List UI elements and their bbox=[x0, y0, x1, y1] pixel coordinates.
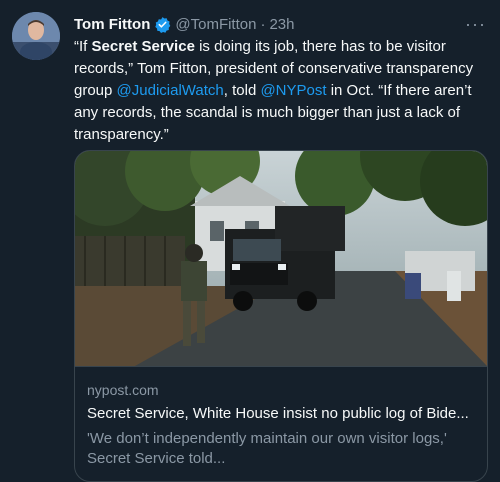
tweet-text: “If Secret Service is doing its job, the… bbox=[74, 36, 488, 146]
text-segment: , told bbox=[223, 82, 261, 99]
author-name[interactable]: Tom Fitton bbox=[74, 16, 150, 33]
avatar-image bbox=[12, 12, 60, 60]
text-segment: “If bbox=[74, 38, 92, 55]
card-domain: nypost.com bbox=[87, 382, 159, 398]
verified-badge-icon bbox=[154, 16, 171, 33]
card-description: 'We don’t independently maintain our own… bbox=[87, 430, 447, 467]
card-title[interactable]: Secret Service, White House insist no pu… bbox=[87, 405, 479, 422]
mention-nypost[interactable]: @NYPost bbox=[260, 82, 326, 99]
more-options-icon[interactable]: ··· bbox=[465, 14, 486, 35]
bold-phrase: Secret Service bbox=[91, 38, 195, 55]
timestamp[interactable]: 23h bbox=[269, 16, 294, 33]
card-info: nypost.com Secret Service, White House i… bbox=[75, 366, 487, 467]
link-card[interactable]: nypost.com Secret Service, White House i… bbox=[74, 150, 488, 482]
author-handle[interactable]: @TomFitton bbox=[175, 16, 256, 33]
card-image bbox=[75, 151, 487, 366]
separator-dot: · bbox=[260, 15, 266, 33]
avatar[interactable] bbox=[12, 12, 60, 60]
mention-judicialwatch[interactable]: @JudicialWatch bbox=[117, 82, 224, 99]
tweet-header: Tom Fitton @TomFitton · 23h ··· bbox=[74, 14, 486, 34]
